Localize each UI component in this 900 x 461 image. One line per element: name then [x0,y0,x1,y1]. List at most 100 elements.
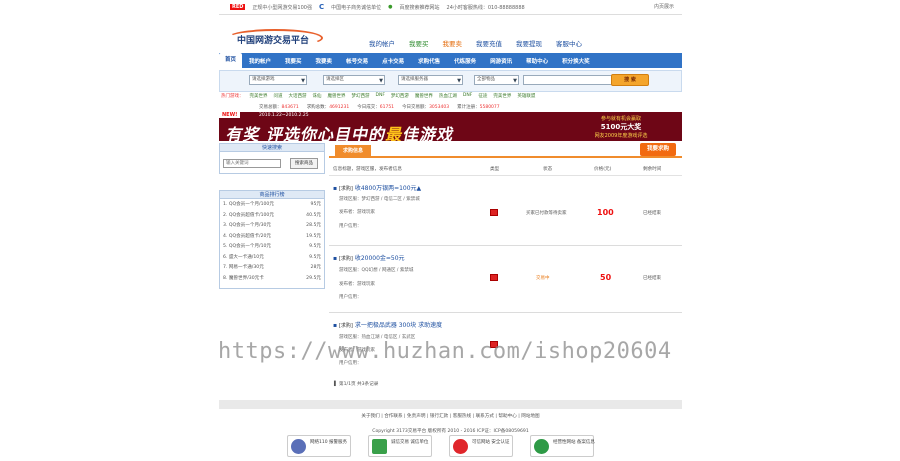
item-type-select[interactable]: 全部物品 ▼ [474,75,519,85]
trust-badges: 网络110 报警服务 诚信交易 诚信单位 可信网站 安全认证 经营性网站 备案信… [287,435,595,457]
nav-card-trade[interactable]: 点卡交易 [375,57,411,65]
topnav-buy[interactable]: 我要买 [409,38,429,48]
tab-bar: 求购信息 我要求购 [329,143,682,158]
rank-item[interactable]: 6. 盛大一卡通/10元 9.5元 [220,254,324,265]
rank-item[interactable]: 2. QQ会员超值卡/100元 40.5元 [220,212,324,223]
nav-points[interactable]: 积分换大奖 [555,57,597,65]
request-time: 已经结束 [643,211,661,216]
rank-list: 1. QQ会员一个月/100元 95元 2. QQ会员超值卡/100元 40.5元 … [219,199,325,289]
footer: 关于我们 | 合作联系 | 免责声明 | 银行汇款 | 客服热线 | 联系方式 … [219,400,682,461]
topnav-recharge[interactable]: 我要充值 [476,38,502,48]
game-select[interactable]: 请选择游戏 ▼ [249,75,307,85]
hot-game[interactable]: 英雄联盟 [517,93,535,99]
rank-item[interactable]: 4. QQ会员超值卡/20元 19.5元 [220,233,324,244]
hot-label: 热门游戏： [221,94,244,99]
main-nav: 首页 我的帐户 我要买 我要卖 帐号交易 点卡交易 求购代售 代练服务 网游资讯… [219,53,682,68]
watermark: https://www.huzhan.com/ishop20604 [218,339,672,364]
hot-game[interactable]: 完美世界 [493,93,511,99]
footer-bar [219,400,682,409]
table-header: 信息标题，游戏区服，发布者信息 类型 状态 价格(元) 剩余时间 [329,158,682,176]
post-request-button[interactable]: 我要求购 [640,143,676,156]
request-area: 游戏区服：梦幻西游 / 电信二区 / 紫禁城 [339,197,420,202]
stat-requests: 求购总数：4691231 [306,105,350,110]
badge-police[interactable]: 网络110 报警服务 [287,435,351,457]
rank-item[interactable]: 3. QQ会员一个月/30元 28.5元 [220,222,324,233]
nav-buy[interactable]: 我要买 [278,57,309,65]
request-status: 交易中 [536,276,550,281]
quick-search-button[interactable]: 搜索商品 [290,158,318,169]
topnav-sell[interactable]: 我要卖 [443,38,463,48]
shield-icon: ● [388,4,393,10]
page: RED 正规中小型网游交易100强 C 中国电子商务诚信单位 ● 百度搜索推荐网… [219,0,682,461]
top-right-link[interactable]: 内页展示 [654,3,674,10]
hotline: 24小时客服热线：010-88888888 [446,4,525,11]
nav-leveling[interactable]: 代练服务 [447,57,483,65]
quick-search-input[interactable]: 输入关键词 [223,159,281,168]
rank-item[interactable]: 5. QQ会员一个月/10元 9.5元 [220,243,324,254]
rank-item[interactable]: 8. 魔兽世界/30元卡 29.5元 [220,275,324,286]
badge-trust[interactable]: 诚信交易 诚信单位 [368,435,432,457]
stat-registered: 累计注册：5580077 [457,105,500,110]
chevron-down-icon: ▼ [513,78,517,84]
stat-total: 交易总额：843671 [259,105,299,110]
chevron-down-icon: ▼ [379,78,383,84]
site-logo[interactable]: 中国网游交易平台 [225,27,323,49]
request-title[interactable]: ▪ [求购] 求一把极品武器 300块 求助速度 [333,320,442,329]
hot-game[interactable]: 梦幻西游 [352,93,370,99]
nav-home[interactable]: 首页 [219,53,243,68]
badge-secure[interactable]: 可信网站 安全认证 [449,435,513,457]
request-poster: 发布者：游戏玩家 [339,282,375,287]
hot-game[interactable]: 梦幻西游 [391,93,409,99]
promo-banner[interactable]: NEW! 2010.1.22~2010.2.25 有奖 评选你心目中的最佳游戏 … [219,112,682,141]
top-bar-item-1[interactable]: 正规中小型网游交易100强 [252,4,312,11]
request-type-icon [490,274,498,281]
top-bar: RED 正规中小型网游交易100强 C 中国电子商务诚信单位 ● 百度搜索推荐网… [219,0,682,15]
request-title[interactable]: ▪ [求购] 收20000金=50元 [333,253,405,262]
chevron-down-icon: ▼ [457,78,461,84]
hot-game[interactable]: 征途 [478,93,487,99]
banner-headline: 有奖 评选你心目中的最佳游戏 [224,125,457,141]
quick-search: 输入关键词 搜索商品 [219,152,325,174]
rank-item[interactable]: 7. 网易一卡通/30元 28元 [220,264,324,275]
col-time: 剩余时间 [643,167,662,172]
search-button[interactable]: 搜 索 [611,74,649,86]
topnav-service[interactable]: 客服中心 [556,38,582,48]
hot-game[interactable]: 完美世界 [250,93,268,99]
credit-icon: C [318,3,325,11]
hot-game[interactable]: 魔兽世界 [328,93,346,99]
topnav-withdraw[interactable]: 我要提现 [516,38,542,48]
request-status: 买家已付款等待卖家 [526,211,567,216]
server-select[interactable]: 请选择服务器 ▼ [398,75,463,85]
tab-requests[interactable]: 求购信息 [335,145,371,157]
top-nav: 我的帐户 我要买 我要卖 我要充值 我要提现 客服中心 [369,38,582,48]
secure-icon [453,439,468,454]
top-bar-item-3[interactable]: 百度搜索推荐网站 [400,4,440,11]
nav-account-trade[interactable]: 帐号交易 [339,57,375,65]
hot-game[interactable]: 大话西游 [289,93,307,99]
hot-game[interactable]: 魔兽世界 [415,93,433,99]
table-row: ▪ [求购] 收4800万银两=100元▲ 游戏区服：梦幻西游 / 电信二区 /… [329,176,682,246]
request-title[interactable]: ▪ [求购] 收4800万银两=100元▲ [333,183,421,192]
nav-account[interactable]: 我的帐户 [242,57,278,65]
badge-icp[interactable]: 经营性网站 备案信息 [530,435,595,457]
request-poster: 发布者：游戏玩家 [339,210,375,215]
hot-game[interactable]: 问道 [274,93,283,99]
hot-game[interactable]: 诛仙 [313,93,322,99]
topnav-account[interactable]: 我的帐户 [369,38,395,48]
nav-sell[interactable]: 我要卖 [309,57,340,65]
hot-game[interactable]: 热血江湖 [439,93,457,99]
hot-game[interactable]: DNF [376,93,385,99]
nav-help[interactable]: 帮助中心 [519,57,555,65]
area-select[interactable]: 请选择区 ▼ [323,75,385,85]
nav-news[interactable]: 网游资讯 [483,57,519,65]
chevron-down-icon: ▼ [301,78,305,84]
hot-game[interactable]: DNF [463,93,472,99]
request-price: 100 [597,208,614,217]
trust-icon [372,439,387,454]
footer-links[interactable]: 关于我们 | 合作联系 | 免责声明 | 银行汇款 | 客服热线 | 联系方式 … [219,413,682,419]
rank-title: 商品排行榜 [219,190,325,199]
rank-item[interactable]: 1. QQ会员一个月/100元 95元 [220,201,324,212]
nav-request[interactable]: 求购代售 [411,57,447,65]
stat-today-amount: 今日交易额：3053403 [402,105,450,110]
top-bar-item-2[interactable]: 中国电子商务诚信单位 [331,4,381,11]
